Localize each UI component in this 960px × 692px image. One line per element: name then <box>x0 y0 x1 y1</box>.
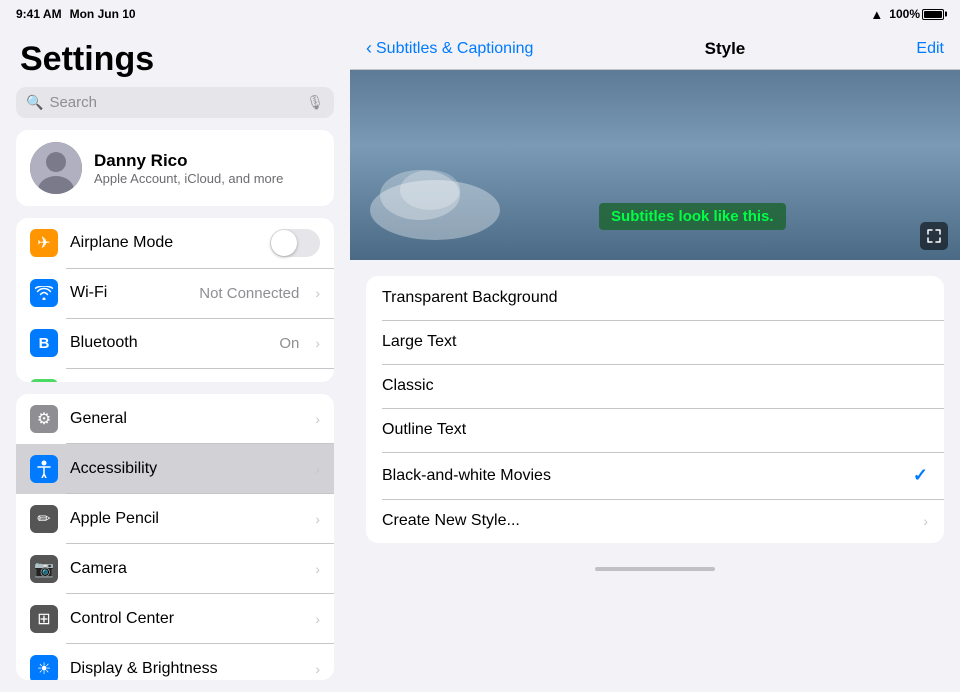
nav-title: Style <box>705 39 746 59</box>
style-label: Black-and-white Movies <box>382 467 913 485</box>
wifi-settings-icon <box>30 279 58 307</box>
checkmark-icon: ✓ <box>913 465 928 486</box>
wifi-value: Not Connected <box>199 285 299 302</box>
settings-section-2: ⚙ General › Accessibility › ✏ <box>16 394 334 680</box>
avatar <box>30 142 82 194</box>
status-bar-left: 9:41 AM Mon Jun 10 <box>16 7 136 21</box>
display-chevron-icon: › <box>315 661 320 677</box>
sidebar-item-bluetooth[interactable]: B Bluetooth On › <box>16 318 334 368</box>
bluetooth-icon: B <box>30 329 58 357</box>
sidebar-item-apple-pencil[interactable]: ✏ Apple Pencil › <box>16 494 334 544</box>
search-input[interactable] <box>49 94 300 111</box>
style-item-outline-text[interactable]: Outline Text <box>366 408 944 452</box>
sidebar-item-airplane-mode[interactable]: ✈ Airplane Mode <box>16 218 334 268</box>
style-item-create-new[interactable]: Create New Style... › <box>366 499 944 543</box>
nav-back-chevron-icon: ‹ <box>366 38 372 59</box>
status-date: Mon Jun 10 <box>70 7 136 21</box>
battery-visual <box>922 9 944 20</box>
nav-back-label: Subtitles & Captioning <box>376 40 533 58</box>
search-icon: 🔍 <box>26 94 43 111</box>
right-panel: ‹ Subtitles & Captioning Style Edit Subt… <box>350 28 960 692</box>
style-label: Create New Style... <box>382 512 923 530</box>
sidebar-item-display[interactable]: ☀ Display & Brightness › <box>16 644 334 680</box>
home-bar <box>595 567 715 571</box>
sidebar-item-general[interactable]: ⚙ General › <box>16 394 334 444</box>
general-chevron-icon: › <box>315 411 320 427</box>
sidebar: Settings 🔍 🎙 Danny Rico Appl <box>0 28 350 692</box>
style-label: Large Text <box>382 333 928 351</box>
battery-settings-icon <box>30 379 58 382</box>
user-name: Danny Rico <box>94 151 283 171</box>
style-item-transparent-bg[interactable]: Transparent Background <box>366 276 944 320</box>
style-label: Outline Text <box>382 421 928 439</box>
airplane-mode-icon: ✈ <box>30 229 58 257</box>
style-label: Transparent Background <box>382 289 928 307</box>
style-item-large-text[interactable]: Large Text <box>366 320 944 364</box>
style-label: Classic <box>382 377 928 395</box>
nav-back-button[interactable]: ‹ Subtitles & Captioning <box>366 38 533 59</box>
user-subtitle: Apple Account, iCloud, and more <box>94 171 283 186</box>
camera-label: Camera <box>70 560 303 578</box>
control-center-label: Control Center <box>70 610 303 628</box>
apple-pencil-icon: ✏ <box>30 505 58 533</box>
accessibility-icon <box>30 455 58 483</box>
status-bar: 9:41 AM Mon Jun 10 ▲ 100% <box>0 0 960 28</box>
cloud-decoration <box>370 150 550 240</box>
nav-bar: ‹ Subtitles & Captioning Style Edit <box>350 28 960 70</box>
general-icon: ⚙ <box>30 405 58 433</box>
airplane-mode-label: Airplane Mode <box>70 234 258 252</box>
fullscreen-button[interactable] <box>920 222 948 250</box>
bluetooth-chevron-icon: › <box>315 335 320 351</box>
bluetooth-value: On <box>279 335 299 352</box>
wifi-chevron-icon: › <box>315 285 320 301</box>
bluetooth-label: Bluetooth <box>70 334 267 352</box>
apple-pencil-label: Apple Pencil <box>70 510 303 528</box>
camera-icon: 📷 <box>30 555 58 583</box>
sidebar-item-control-center[interactable]: ⊞ Control Center › <box>16 594 334 644</box>
accessibility-label: Accessibility <box>70 460 303 478</box>
style-list: Transparent Background Large Text Classi… <box>366 276 944 543</box>
preview-area: Subtitles look like this. <box>350 70 960 260</box>
status-time: 9:41 AM <box>16 7 62 21</box>
display-icon: ☀ <box>30 655 58 680</box>
nav-edit-button[interactable]: Edit <box>916 40 944 58</box>
style-item-classic[interactable]: Classic <box>366 364 944 408</box>
sidebar-item-accessibility[interactable]: Accessibility › <box>16 444 334 494</box>
general-label: General <box>70 410 303 428</box>
apple-pencil-chevron-icon: › <box>315 511 320 527</box>
wifi-icon: ▲ <box>870 7 883 22</box>
battery-indicator: 100% <box>889 7 944 21</box>
user-card[interactable]: Danny Rico Apple Account, iCloud, and mo… <box>16 130 334 206</box>
sidebar-item-camera[interactable]: 📷 Camera › <box>16 544 334 594</box>
status-bar-right: ▲ 100% <box>870 7 944 22</box>
airplane-mode-toggle[interactable] <box>270 229 320 257</box>
search-bar[interactable]: 🔍 🎙 <box>16 87 334 118</box>
style-item-bw-movies[interactable]: Black-and-white Movies ✓ <box>366 452 944 499</box>
control-center-icon: ⊞ <box>30 605 58 633</box>
user-info: Danny Rico Apple Account, iCloud, and mo… <box>94 151 283 186</box>
toggle-knob <box>271 230 297 256</box>
accessibility-chevron-icon: › <box>315 461 320 477</box>
battery-fill <box>924 11 942 18</box>
sidebar-item-battery[interactable]: Battery › <box>16 368 334 382</box>
wifi-label: Wi-Fi <box>70 284 187 302</box>
control-center-chevron-icon: › <box>315 611 320 627</box>
sidebar-item-wifi[interactable]: Wi-Fi Not Connected › <box>16 268 334 318</box>
settings-section-1: ✈ Airplane Mode Wi- <box>16 218 334 382</box>
display-label: Display & Brightness <box>70 660 303 678</box>
sidebar-title: Settings <box>0 28 350 87</box>
camera-chevron-icon: › <box>315 561 320 577</box>
mic-icon: 🎙 <box>306 94 324 111</box>
create-new-chevron-icon: › <box>923 513 928 529</box>
subtitle-preview: Subtitles look like this. <box>599 203 786 230</box>
home-indicator <box>350 559 960 575</box>
battery-percent: 100% <box>889 7 920 21</box>
